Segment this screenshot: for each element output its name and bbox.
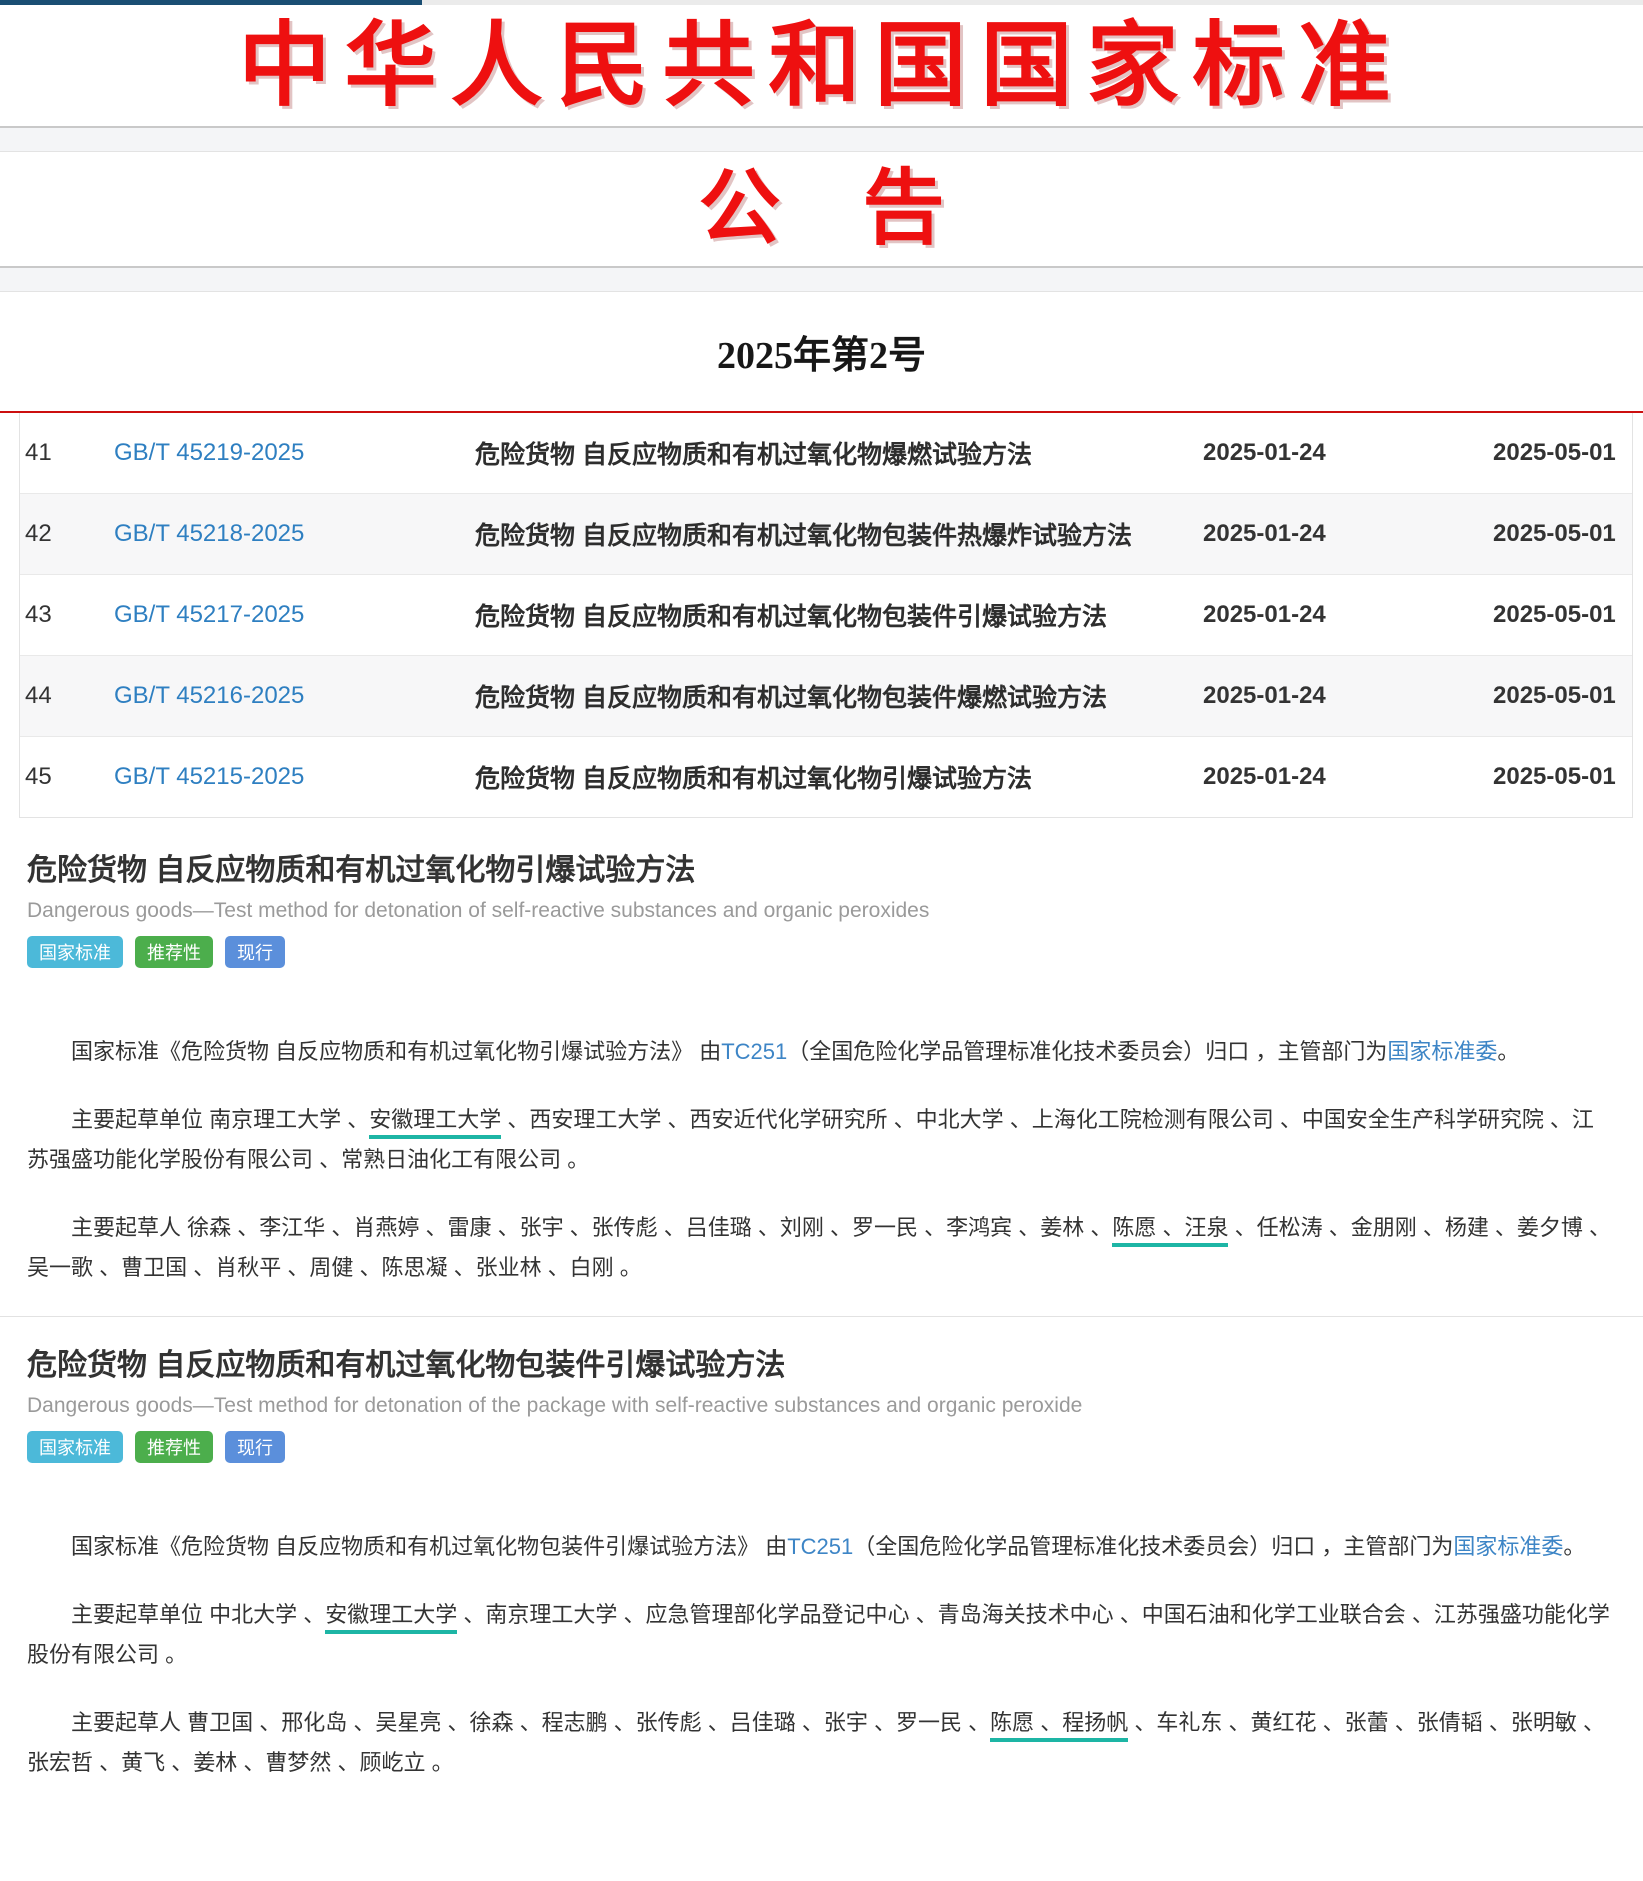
underlined-name: 陈愿 、汪泉: [1112, 1215, 1228, 1247]
announcement-title: 公 告: [698, 168, 944, 250]
standard-name-en: Dangerous goods—Test method for detonati…: [27, 898, 1613, 924]
paragraph: 主要起草人 徐森 、李江华 、肖燕婷 、雷康 、张宇 、张传彪 、吕佳璐 、刘刚…: [27, 1208, 1613, 1288]
status-badge: 现行: [225, 936, 285, 968]
status-badges: 国家标准推荐性现行: [27, 1431, 1613, 1463]
standard-code-link[interactable]: GB/T 45218-2025: [114, 520, 304, 547]
standard-code-link[interactable]: GB/T 45217-2025: [114, 601, 304, 628]
row-index: 44: [20, 682, 114, 710]
page-title: 中华人民共和国国家标准: [238, 20, 1404, 112]
issue-number: 2025年第2号: [717, 324, 926, 379]
announcement-header: 公 告: [0, 152, 1643, 266]
page-header: 中华人民共和国国家标准: [0, 5, 1643, 126]
paragraph: 国家标准《危险货物 自反应物质和有机过氧化物包装件引爆试验方法》 由TC251（…: [27, 1527, 1613, 1567]
publish-date: 2025-01-24: [1203, 763, 1493, 791]
implement-date: 2025-05-01: [1493, 439, 1632, 467]
section-paragraphs: 国家标准《危险货物 自反应物质和有机过氧化物引爆试验方法》 由TC251（全国危…: [27, 1032, 1613, 1288]
standard-code-cell: GB/T 45218-2025: [114, 520, 475, 548]
inline-link[interactable]: 国家标准委: [1453, 1534, 1563, 1559]
standard-section: 危险货物 自反应物质和有机过氧化物引爆试验方法 Dangerous goods—T…: [0, 818, 1643, 1288]
standard-title: 危险货物 自反应物质和有机过氧化物引爆试验方法: [475, 759, 1203, 795]
paragraph: 国家标准《危险货物 自反应物质和有机过氧化物引爆试验方法》 由TC251（全国危…: [27, 1032, 1613, 1072]
standard-code-cell: GB/T 45216-2025: [114, 682, 475, 710]
table-row: 41GB/T 45219-2025 危险货物 自反应物质和有机过氧化物爆燃试验方法…: [20, 413, 1632, 493]
table-row: 43GB/T 45217-2025 危险货物 自反应物质和有机过氧化物包装件引爆试…: [20, 574, 1632, 655]
status-badges: 国家标准推荐性现行: [27, 936, 1613, 968]
implement-date: 2025-05-01: [1493, 601, 1632, 629]
standard-name-cn: 危险货物 自反应物质和有机过氧化物包装件引爆试验方法: [27, 1347, 1613, 1385]
table-row: 45GB/T 45215-2025 危险货物 自反应物质和有机过氧化物引爆试验方法…: [20, 736, 1632, 817]
divider-band: [0, 126, 1643, 152]
standard-code-cell: GB/T 45217-2025: [114, 601, 475, 629]
standard-sections: 危险货物 自反应物质和有机过氧化物引爆试验方法 Dangerous goods—T…: [0, 818, 1643, 1783]
row-index: 45: [20, 763, 114, 791]
standard-title: 危险货物 自反应物质和有机过氧化物爆燃试验方法: [475, 435, 1203, 471]
standard-title: 危险货物 自反应物质和有机过氧化物包装件爆燃试验方法: [475, 678, 1203, 714]
standard-title: 危险货物 自反应物质和有机过氧化物包装件引爆试验方法: [475, 597, 1203, 633]
standard-name-en: Dangerous goods—Test method for detonati…: [27, 1393, 1613, 1419]
status-badge: 国家标准: [27, 1431, 123, 1463]
inline-link[interactable]: 国家标准委: [1387, 1039, 1497, 1064]
implement-date: 2025-05-01: [1493, 763, 1632, 791]
standard-section: 危险货物 自反应物质和有机过氧化物包装件引爆试验方法 Dangerous good…: [0, 1317, 1643, 1783]
table-row: 42GB/T 45218-2025 危险货物 自反应物质和有机过氧化物包装件热爆炸…: [20, 493, 1632, 574]
underlined-name: 安徽理工大学: [325, 1602, 457, 1634]
publish-date: 2025-01-24: [1203, 682, 1493, 710]
standard-title: 危险货物 自反应物质和有机过氧化物包装件热爆炸试验方法: [475, 516, 1203, 552]
underlined-name: 安徽理工大学: [369, 1107, 501, 1139]
paragraph: 主要起草人 曹卫国 、邢化岛 、吴星亮 、徐森 、程志鹏 、张传彪 、吕佳璐 、…: [27, 1703, 1613, 1783]
row-index: 42: [20, 520, 114, 548]
status-badge: 现行: [225, 1431, 285, 1463]
status-badge: 推荐性: [135, 1431, 213, 1463]
inline-link[interactable]: TC251: [787, 1534, 853, 1559]
status-badge: 推荐性: [135, 936, 213, 968]
underlined-name: 陈愿 、程扬帆: [990, 1710, 1128, 1742]
publish-date: 2025-01-24: [1203, 601, 1493, 629]
publish-date: 2025-01-24: [1203, 520, 1493, 548]
implement-date: 2025-05-01: [1493, 682, 1632, 710]
standard-code-cell: GB/T 45215-2025: [114, 763, 475, 791]
paragraph: 主要起草单位 南京理工大学 、安徽理工大学 、西安理工大学 、西安近代化学研究所…: [27, 1100, 1613, 1180]
status-badge: 国家标准: [27, 936, 123, 968]
issue-header: 2025年第2号: [0, 292, 1643, 411]
paragraph: 主要起草单位 中北大学 、安徽理工大学 、南京理工大学 、应急管理部化学品登记中…: [27, 1595, 1613, 1675]
section-paragraphs: 国家标准《危险货物 自反应物质和有机过氧化物包装件引爆试验方法》 由TC251（…: [27, 1527, 1613, 1783]
publish-date: 2025-01-24: [1203, 439, 1493, 467]
divider-band: [0, 266, 1643, 292]
implement-date: 2025-05-01: [1493, 520, 1632, 548]
standard-code-link[interactable]: GB/T 45216-2025: [114, 682, 304, 709]
inline-link[interactable]: TC251: [721, 1039, 787, 1064]
row-index: 43: [20, 601, 114, 629]
standard-code-link[interactable]: GB/T 45215-2025: [114, 763, 304, 790]
standard-name-cn: 危险货物 自反应物质和有机过氧化物引爆试验方法: [27, 852, 1613, 890]
row-index: 41: [20, 439, 114, 467]
table-row: 44GB/T 45216-2025 危险货物 自反应物质和有机过氧化物包装件爆燃试…: [20, 655, 1632, 736]
standard-code-link[interactable]: GB/T 45219-2025: [114, 439, 304, 466]
standards-table: 41GB/T 45219-2025 危险货物 自反应物质和有机过氧化物爆燃试验方法…: [19, 413, 1633, 818]
standard-code-cell: GB/T 45219-2025: [114, 439, 475, 467]
